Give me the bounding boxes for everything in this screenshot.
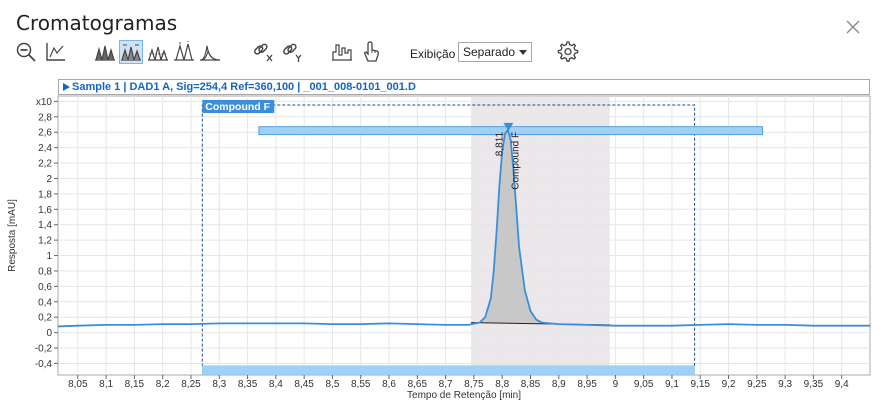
x-tick-label: 8,2 xyxy=(156,379,170,390)
x-tick-label: 9,1 xyxy=(665,379,679,390)
x-tick-label: 8,95 xyxy=(577,379,597,390)
y-tick-label: 1,8 xyxy=(38,189,52,200)
y-tick-label: -0,2 xyxy=(35,344,53,355)
compound-label: Compound F xyxy=(205,101,270,113)
x-tick-label: 8,55 xyxy=(351,379,371,390)
x-tick-label: 9,05 xyxy=(634,379,654,390)
peak-compound-label: Compound F xyxy=(510,132,521,190)
peak-rt-label: 8,811 xyxy=(494,131,505,156)
y-tick-label: 0,8 xyxy=(38,266,52,277)
x-tick-label: 8,9 xyxy=(552,379,566,390)
x-tick-label: 9 xyxy=(613,379,619,390)
x-tick-label: 8,6 xyxy=(382,379,396,390)
y-tick-label: 0,4 xyxy=(38,297,52,308)
x-tick-label: 8,8 xyxy=(495,379,509,390)
plot-area[interactable] xyxy=(57,95,871,376)
x-tick-label: 8,5 xyxy=(325,379,339,390)
y-tick-label: 1,4 xyxy=(38,220,52,231)
y-tick-label: 2 xyxy=(46,174,52,185)
y-tick-label: 2,8 xyxy=(38,112,52,123)
x-tick-label: 8,3 xyxy=(212,379,226,390)
x-tick-label: 8,05 xyxy=(68,379,88,390)
y-tick-label: 0 xyxy=(46,328,52,339)
y-tick-label: 0,6 xyxy=(38,282,52,293)
y-multiplier-label: x10 xyxy=(36,97,53,108)
x-tick-label: 8,4 xyxy=(269,379,283,390)
x-tick-label: 9,3 xyxy=(778,379,792,390)
y-tick-label: -0,4 xyxy=(35,359,53,370)
x-tick-label: 9,35 xyxy=(804,379,824,390)
x-tick-label: 8,15 xyxy=(125,379,145,390)
x-tick-label: 9,25 xyxy=(747,379,767,390)
y-tick-label: 2,2 xyxy=(38,159,52,170)
x-tick-label: 9,2 xyxy=(722,379,736,390)
x-tick-label: 8,85 xyxy=(521,379,541,390)
x-tick-label: 8,65 xyxy=(408,379,428,390)
y-tick-label: 0,2 xyxy=(38,313,52,324)
y-tick-label: 2,6 xyxy=(38,128,52,139)
y-tick-label: 2,4 xyxy=(38,143,52,154)
x-tick-label: 8,45 xyxy=(294,379,314,390)
x-tick-label: 8,7 xyxy=(439,379,453,390)
compound-window-bar[interactable] xyxy=(202,365,695,376)
x-tick-label: 8,25 xyxy=(181,379,201,390)
y-axis-title: Resposta [mAU] xyxy=(7,199,18,272)
y-tick-label: 1,6 xyxy=(38,205,52,216)
x-tick-label: 8,35 xyxy=(238,379,258,390)
x-tick-label: 9,4 xyxy=(835,379,849,390)
y-tick-label: 1,2 xyxy=(38,236,52,247)
x-axis-title: Tempo de Retenção [min] xyxy=(407,390,521,401)
x-tick-label: 8,75 xyxy=(464,379,484,390)
x-tick-label: 8,1 xyxy=(99,379,113,390)
y-tick-label: 1 xyxy=(46,251,52,262)
x-tick-label: 9,15 xyxy=(691,379,711,390)
chromatogram-chart[interactable]: 8,05 8,1 8,15 8,2 8,25 8,3 8,35 8,4 8,45 8,5 8,55 8… xyxy=(0,0,884,409)
